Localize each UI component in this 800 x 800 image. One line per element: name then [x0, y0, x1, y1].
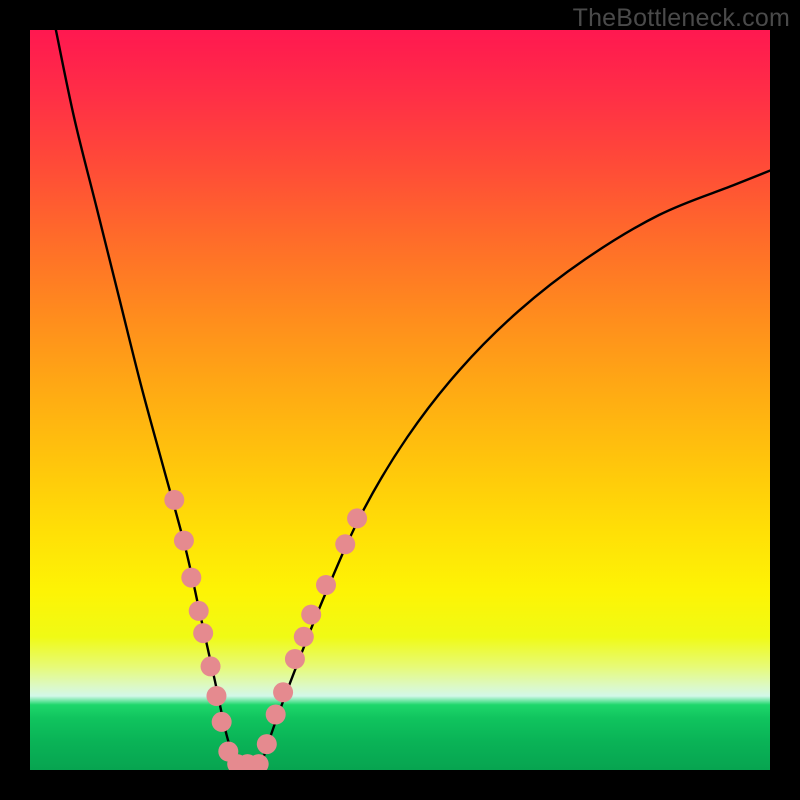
watermark-text: TheBottleneck.com — [573, 4, 790, 33]
chart-frame: TheBottleneck.com — [0, 0, 800, 800]
data-bead — [347, 508, 367, 528]
data-bead — [285, 649, 305, 669]
data-beads-group — [164, 490, 367, 770]
data-bead — [335, 534, 355, 554]
data-bead — [164, 490, 184, 510]
curve-right-branch — [259, 171, 770, 770]
data-bead — [266, 705, 286, 725]
data-bead — [294, 627, 314, 647]
data-bead — [257, 734, 277, 754]
data-bead — [193, 623, 213, 643]
curves-svg — [30, 30, 770, 770]
data-bead — [316, 575, 336, 595]
plot-area — [30, 30, 770, 770]
data-bead — [206, 686, 226, 706]
data-bead — [181, 568, 201, 588]
data-bead — [273, 682, 293, 702]
data-bead — [189, 601, 209, 621]
data-bead — [201, 656, 221, 676]
data-bead — [212, 712, 232, 732]
data-bead — [301, 605, 321, 625]
data-bead — [174, 531, 194, 551]
